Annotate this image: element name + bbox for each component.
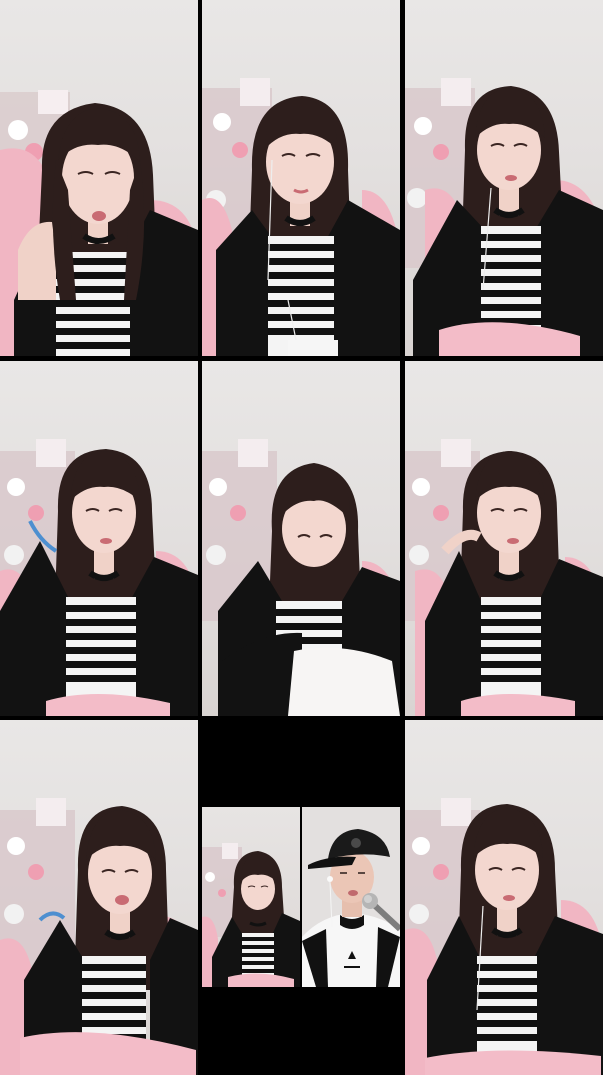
streamer-scene xyxy=(202,843,300,987)
video-frame-r1c2 xyxy=(405,361,603,716)
video-frame-r0c0 xyxy=(0,0,198,356)
split-frame-left xyxy=(202,807,300,987)
video-frame-r2c2 xyxy=(405,720,603,1075)
streamer-scene xyxy=(202,78,400,356)
guest-scene xyxy=(302,807,400,987)
streamer-scene xyxy=(405,798,603,1075)
streamer-scene xyxy=(405,78,603,356)
video-frame-r1c0 xyxy=(0,361,198,716)
video-frame-r0c1 xyxy=(202,0,400,356)
video-frame-r1c1 xyxy=(202,361,400,716)
streamer-scene xyxy=(0,439,198,716)
streamer-scene xyxy=(0,90,198,356)
video-frame-r2c0 xyxy=(0,720,198,1075)
streamer-scene xyxy=(0,798,198,1075)
video-frame-grid xyxy=(0,0,603,1075)
streamer-scene xyxy=(202,439,400,716)
split-frame-right xyxy=(302,807,400,987)
streamer-scene xyxy=(405,439,603,716)
video-frame-r0c2 xyxy=(405,0,603,356)
